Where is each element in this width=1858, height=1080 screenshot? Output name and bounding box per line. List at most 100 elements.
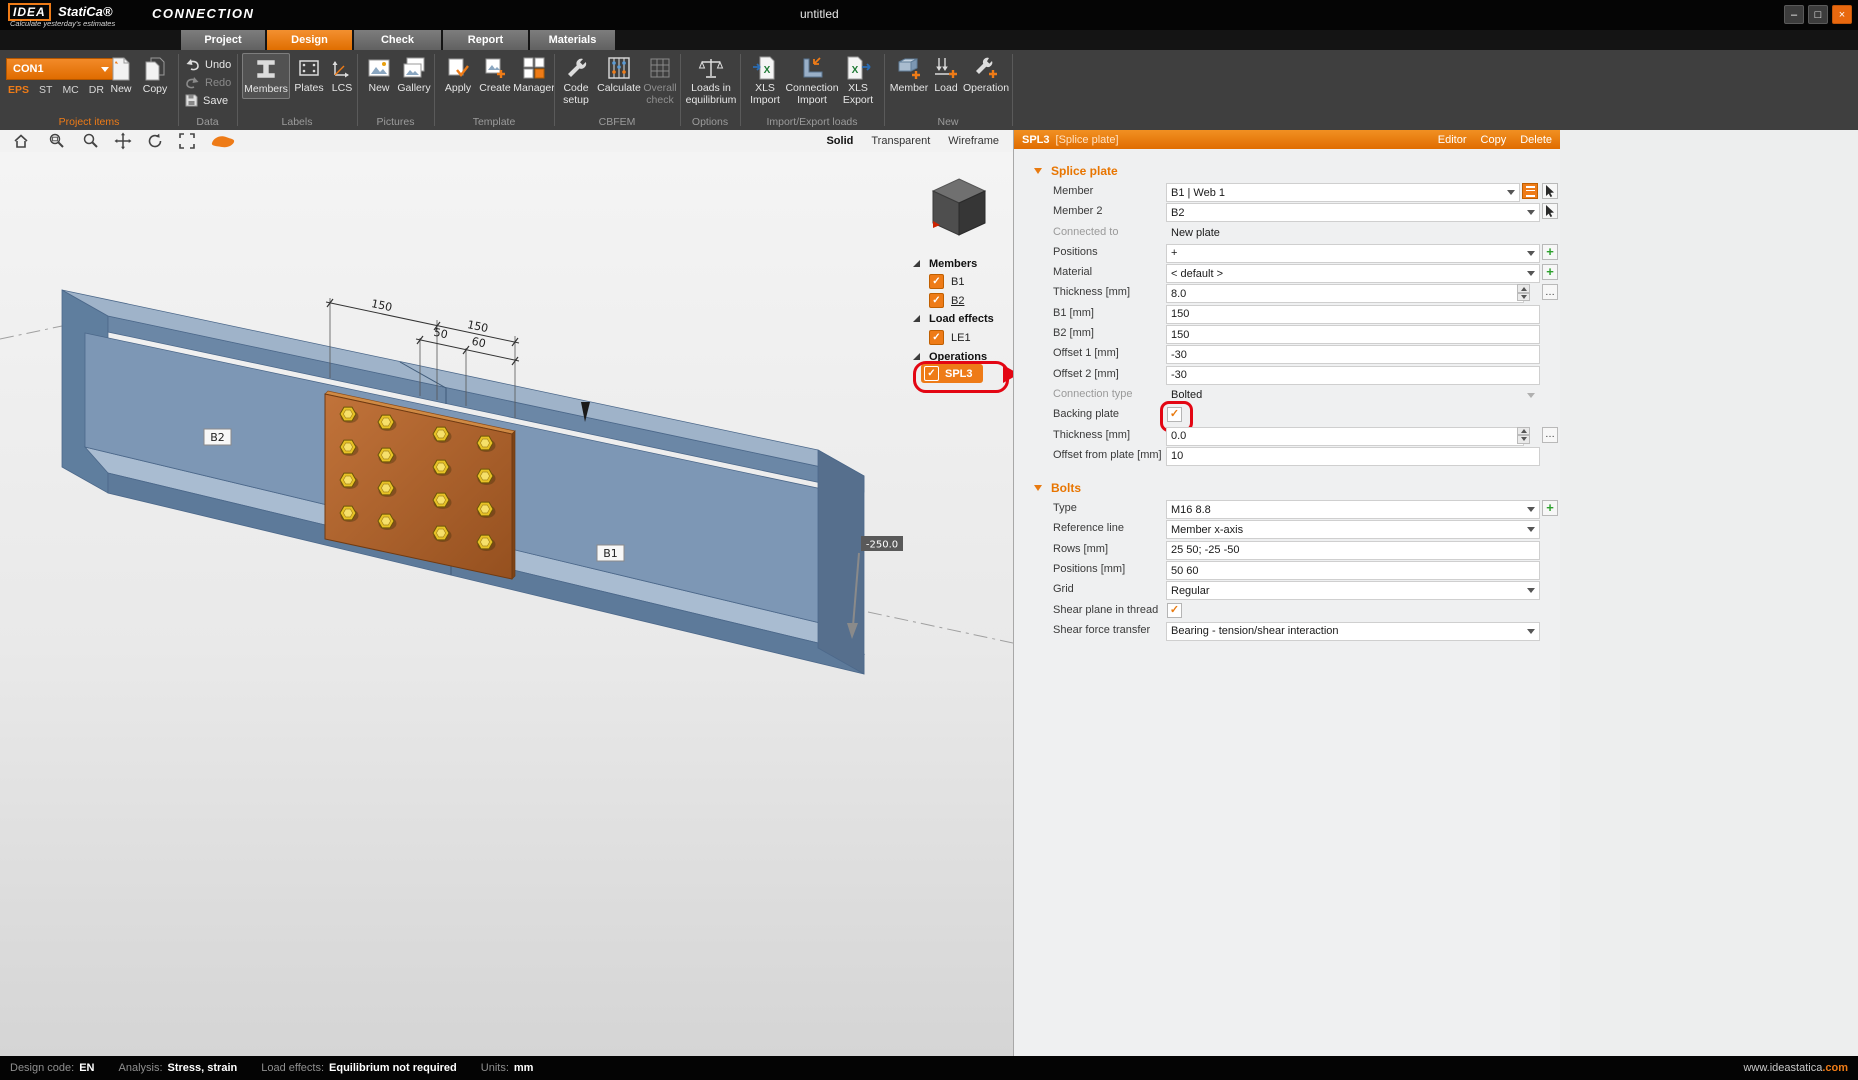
tab-materials[interactable]: Materials bbox=[530, 30, 615, 50]
rotate-view-button[interactable] bbox=[146, 132, 164, 150]
apply-template-button[interactable]: Apply bbox=[440, 53, 476, 97]
tree-item-b1[interactable]: ✓ B1 bbox=[905, 273, 964, 290]
undo-button[interactable]: Undo bbox=[185, 58, 231, 71]
members-labels-button[interactable]: Members bbox=[242, 53, 290, 99]
ribbon-group-project-items: CON1 EPS ST MC DR New Copy Project items bbox=[0, 50, 178, 130]
offset-from-plate-input[interactable]: 10 bbox=[1166, 447, 1540, 466]
redo-button[interactable]: Redo bbox=[185, 76, 231, 89]
maximize-button[interactable]: □ bbox=[1808, 5, 1828, 24]
tab-project[interactable]: Project bbox=[181, 30, 265, 50]
mode-dr[interactable]: DR bbox=[89, 84, 104, 96]
thickness-more-button[interactable]: … bbox=[1542, 284, 1558, 300]
zoom-fit-button[interactable] bbox=[178, 132, 196, 150]
member-label-b2[interactable]: B2 bbox=[204, 429, 231, 445]
member-pick-button[interactable] bbox=[1542, 183, 1558, 199]
backing-thickness-input[interactable]: 0.0 bbox=[1166, 427, 1524, 446]
connection-item-selector[interactable]: CON1 bbox=[6, 58, 116, 80]
tab-report[interactable]: Report bbox=[443, 30, 528, 50]
checkbox-le1[interactable]: ✓ bbox=[929, 330, 944, 345]
close-button[interactable]: × bbox=[1832, 5, 1852, 24]
b1-input[interactable]: 150 bbox=[1166, 305, 1540, 324]
connection-import-button[interactable]: Connection Import bbox=[787, 53, 837, 109]
mode-solid[interactable]: Solid bbox=[826, 135, 853, 147]
group-label-pictures: Pictures bbox=[357, 116, 434, 128]
checkbox-b2[interactable]: ✓ bbox=[929, 293, 944, 308]
copy-project-item-button[interactable]: Copy bbox=[138, 54, 172, 98]
tree-item-le1[interactable]: ✓ LE1 bbox=[905, 329, 971, 346]
material-dropdown[interactable]: < default > bbox=[1166, 264, 1540, 283]
bolt-type-dropdown[interactable]: M16 8.8 bbox=[1166, 500, 1540, 519]
tree-header-members[interactable]: Members bbox=[905, 255, 977, 272]
zoom-button[interactable] bbox=[82, 132, 100, 150]
lcs-labels-button[interactable]: LCS bbox=[328, 53, 356, 97]
template-manager-button[interactable]: Manager bbox=[514, 53, 554, 97]
3d-scene[interactable]: 150 150 50 60 B2 B1 bbox=[0, 152, 1013, 1056]
section-bolts[interactable]: Bolts bbox=[1014, 477, 1560, 499]
backing-thickness-stepper[interactable] bbox=[1517, 427, 1530, 444]
mode-wireframe[interactable]: Wireframe bbox=[948, 135, 999, 147]
step-down-icon[interactable] bbox=[1517, 293, 1530, 302]
new-load-button[interactable]: Load bbox=[930, 53, 962, 97]
checkbox-b1[interactable]: ✓ bbox=[929, 274, 944, 289]
mode-st[interactable]: ST bbox=[39, 84, 52, 96]
thickness-input[interactable]: 8.0 bbox=[1166, 284, 1524, 303]
step-up-icon[interactable] bbox=[1517, 427, 1530, 436]
bolt-positions-input[interactable]: 50 60 bbox=[1166, 561, 1540, 580]
positions-add-button[interactable]: + bbox=[1542, 244, 1558, 260]
new-project-item-button[interactable]: New bbox=[104, 54, 138, 98]
shear-force-dropdown[interactable]: Bearing - tension/shear interaction bbox=[1166, 622, 1540, 641]
new-operation-button[interactable]: Operation bbox=[962, 53, 1010, 97]
tab-check[interactable]: Check bbox=[354, 30, 441, 50]
pan-button[interactable] bbox=[114, 132, 132, 150]
member2-pick-button[interactable] bbox=[1542, 203, 1558, 219]
member-list-button[interactable] bbox=[1522, 183, 1538, 199]
mode-transparent[interactable]: Transparent bbox=[871, 135, 930, 147]
loads-in-equilibrium-button[interactable]: Loads in equilibrium bbox=[683, 53, 739, 109]
code-setup-button[interactable]: Code setup bbox=[557, 53, 595, 109]
b2-input[interactable]: 150 bbox=[1166, 325, 1540, 344]
selection-blob-icon[interactable] bbox=[210, 133, 236, 149]
section-splice-plate[interactable]: Splice plate bbox=[1014, 160, 1560, 182]
xls-import-button[interactable]: X XLS Import bbox=[745, 53, 785, 109]
row-shear-force: Shear force transfer Bearing - tension/s… bbox=[1014, 621, 1560, 641]
plates-labels-button[interactable]: Plates bbox=[290, 53, 328, 97]
bolt-rows-input[interactable]: 25 50; -25 -50 bbox=[1166, 541, 1540, 560]
mode-eps[interactable]: EPS bbox=[8, 84, 29, 96]
save-button[interactable]: Save bbox=[185, 94, 228, 107]
gallery-icon bbox=[401, 55, 427, 81]
member-label-b1[interactable]: B1 bbox=[597, 545, 624, 561]
grid-dropdown[interactable]: Regular bbox=[1166, 581, 1540, 600]
tree-header-load-effects[interactable]: Load effects bbox=[905, 310, 994, 327]
tab-design[interactable]: Design bbox=[267, 30, 352, 50]
positions-dropdown[interactable]: + bbox=[1166, 244, 1540, 263]
xls-export-button[interactable]: X XLS Export bbox=[837, 53, 879, 109]
minimize-button[interactable]: – bbox=[1784, 5, 1804, 24]
editor-button[interactable]: Editor bbox=[1438, 134, 1467, 146]
reference-line-dropdown[interactable]: Member x-axis bbox=[1166, 520, 1540, 539]
mode-mc[interactable]: MC bbox=[62, 84, 78, 96]
backing-thickness-more-button[interactable]: … bbox=[1542, 427, 1558, 443]
material-add-button[interactable]: + bbox=[1542, 264, 1558, 280]
member2-dropdown[interactable]: B2 bbox=[1166, 203, 1540, 222]
new-member-button[interactable]: Member bbox=[888, 53, 930, 97]
website-link[interactable]: www.ideastatica.com bbox=[1743, 1062, 1848, 1074]
step-up-icon[interactable] bbox=[1517, 284, 1530, 293]
zoom-window-button[interactable] bbox=[48, 132, 66, 150]
step-down-icon[interactable] bbox=[1517, 435, 1530, 444]
copy-operation-button[interactable]: Copy bbox=[1481, 134, 1507, 146]
tree-item-b2[interactable]: ✓ B2 bbox=[905, 292, 964, 309]
overall-check-button[interactable]: Overall check bbox=[641, 53, 679, 109]
gallery-button[interactable]: Gallery bbox=[395, 53, 433, 97]
delete-operation-button[interactable]: Delete bbox=[1520, 134, 1552, 146]
shear-plane-checkbox[interactable]: ✓ bbox=[1167, 603, 1182, 618]
bolt-type-add-button[interactable]: + bbox=[1542, 500, 1558, 516]
member-dropdown[interactable]: B1 | Web 1 bbox=[1166, 183, 1520, 202]
offset1-input[interactable]: -30 bbox=[1166, 345, 1540, 364]
create-template-button[interactable]: Create bbox=[476, 53, 514, 97]
new-picture-button[interactable]: New bbox=[363, 53, 395, 97]
home-view-button[interactable] bbox=[12, 132, 30, 150]
navigation-cube[interactable] bbox=[927, 177, 991, 239]
thickness-stepper[interactable] bbox=[1517, 284, 1530, 301]
offset2-input[interactable]: -30 bbox=[1166, 366, 1540, 385]
calculate-button[interactable]: Calculate bbox=[595, 53, 643, 97]
